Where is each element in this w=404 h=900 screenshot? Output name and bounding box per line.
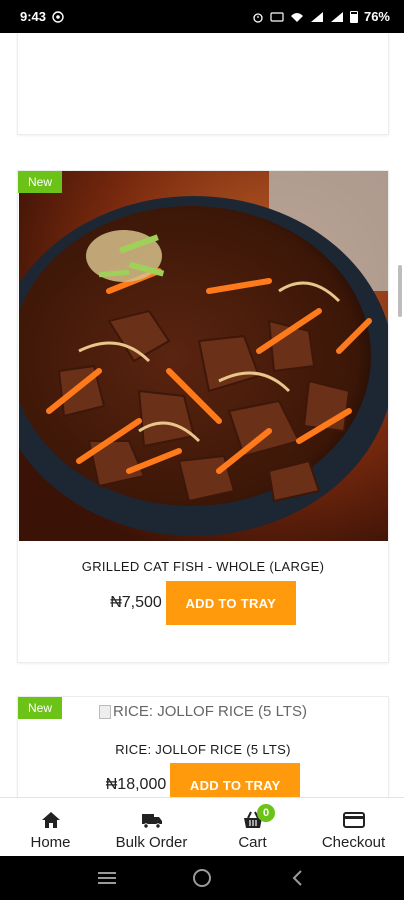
nav-cart[interactable]: 0 Cart: [202, 798, 303, 856]
bottom-nav: Home Bulk Order 0 Cart Checkout: [0, 797, 404, 856]
cart-count-badge: 0: [257, 804, 275, 822]
product-card-partial: [17, 33, 389, 135]
nav-bulk-order[interactable]: Bulk Order: [101, 798, 202, 856]
battery-level: 76%: [363, 9, 390, 24]
price-row: ₦7,500 ADD TO TRAY: [18, 581, 388, 625]
new-badge: New: [18, 171, 63, 193]
alarm-icon: [253, 12, 263, 23]
volte-icon: [270, 11, 284, 22]
status-left: 9:43: [20, 9, 64, 24]
nav-label: Bulk Order: [115, 834, 188, 851]
nav-checkout[interactable]: Checkout: [303, 798, 404, 856]
home-system-button[interactable]: [190, 866, 214, 890]
product-price: ₦18,000: [105, 776, 167, 793]
product-price: ₦7,500: [110, 594, 162, 611]
signal-icon: [310, 11, 323, 22]
wifi-icon: [290, 12, 303, 22]
product-title: GRILLED CAT FISH - WHOLE (LARGE): [81, 559, 325, 574]
new-badge: New: [18, 697, 63, 719]
add-to-tray-button[interactable]: ADD TO TRAY: [170, 763, 301, 797]
scrollbar-thumb[interactable]: [398, 265, 402, 317]
menu-lines-icon: [98, 872, 117, 884]
credit-card-icon: [342, 810, 365, 830]
status-time: 9:43: [20, 9, 47, 24]
nav-label: Checkout: [321, 834, 386, 851]
app-screen: 9:43 76% New GRILLED CAT FISH - WHOLE (L…: [0, 0, 404, 900]
chevron-left-icon: [292, 870, 302, 886]
recents-button[interactable]: [95, 866, 119, 890]
nav-label: Home: [30, 834, 71, 851]
status-bar: 9:43 76%: [0, 0, 404, 33]
broken-image-icon: [99, 704, 112, 719]
battery-icon: [349, 10, 358, 23]
circle-icon: [192, 869, 211, 887]
back-button[interactable]: [285, 866, 309, 890]
system-nav-bar: [0, 856, 404, 900]
product-card[interactable]: New RICE: JOLLOF RICE (5 LTS) RICE: JOLL…: [17, 696, 389, 797]
home-icon: [40, 810, 62, 830]
add-to-tray-button[interactable]: ADD TO TRAY: [165, 581, 296, 625]
truck-icon: [141, 810, 163, 830]
image-alt-text: RICE: JOLLOF RICE (5 LTS): [113, 703, 307, 720]
nav-label: Cart: [238, 834, 267, 851]
product-title: RICE: JOLLOF RICE (5 LTS): [115, 742, 291, 757]
grilled-dish-photo: [19, 171, 388, 541]
status-right: 76%: [252, 9, 390, 24]
product-image-broken[interactable]: RICE: JOLLOF RICE (5 LTS): [18, 703, 388, 720]
nav-home[interactable]: Home: [0, 798, 101, 856]
product-card[interactable]: New GRILLED CAT FISH - WHOLE (LARGE) ₦7,…: [17, 170, 389, 663]
product-image[interactable]: [19, 171, 388, 541]
signal-icon-2: [330, 11, 343, 22]
whatsapp-icon: [52, 10, 64, 23]
product-list[interactable]: New GRILLED CAT FISH - WHOLE (LARGE) ₦7,…: [0, 33, 404, 797]
price-row: ₦18,000 ADD TO TRAY: [18, 763, 388, 797]
